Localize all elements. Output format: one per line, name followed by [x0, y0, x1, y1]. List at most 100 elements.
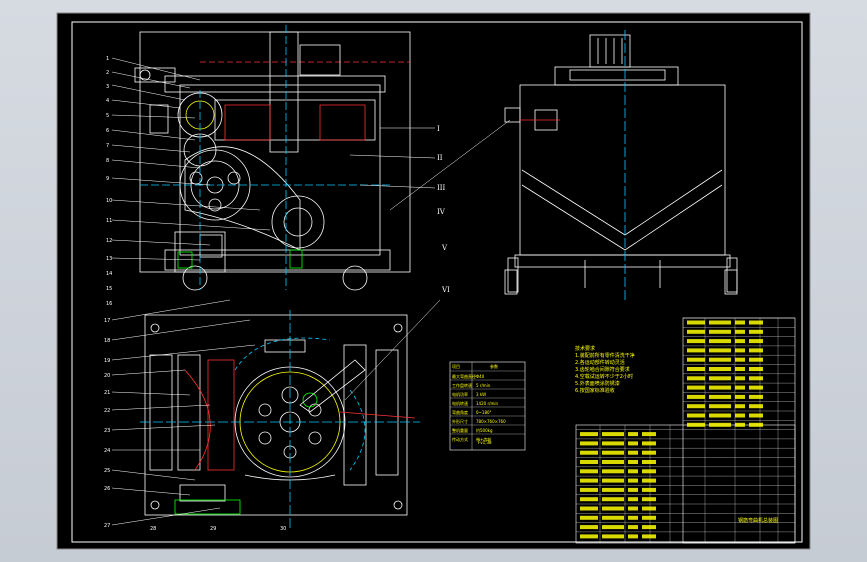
part-number: 2	[106, 70, 109, 76]
bom-cell-text	[735, 329, 745, 334]
notes-line: 1.装配前所有零件清洗干净	[575, 352, 635, 359]
bom-cell-text	[735, 357, 745, 362]
bom-cell-text	[749, 376, 763, 381]
bom-cell-text	[628, 506, 638, 511]
bom-cell-text	[749, 404, 763, 409]
bom-cell-text	[709, 320, 731, 325]
bom-cell-text	[628, 487, 638, 492]
bom-cell-text	[735, 376, 745, 381]
bom-cell-text	[580, 487, 598, 492]
part-number: 6	[106, 128, 109, 134]
part-number: 22	[104, 408, 110, 414]
part-number: 8	[106, 158, 109, 164]
bom-cell-text	[642, 441, 656, 446]
bom-cell-text	[709, 385, 731, 390]
spec-row-label: 弯曲角度	[452, 409, 468, 415]
part-number: 24	[104, 448, 110, 454]
bom-cell-text	[709, 394, 731, 399]
bom-cell-text	[735, 348, 745, 353]
spec-row-value: 780×760×760	[476, 419, 506, 424]
section-mark: III	[437, 184, 446, 192]
bom-cell-text	[749, 385, 763, 390]
bom-cell-text	[687, 385, 705, 390]
bom-cell-text	[687, 376, 705, 381]
spec-row-label: 电机功率	[452, 391, 468, 397]
spec-row-label: 电机转速	[452, 400, 468, 406]
section-mark: V	[441, 244, 448, 252]
bom-cell-text	[735, 413, 745, 418]
viewport: 1 2 3 4 5 6 7 8 9 10 11 12 13 14 15 16 I…	[0, 0, 867, 562]
bom-cell-text	[602, 441, 624, 446]
bom-cell-text	[735, 367, 745, 371]
bom-cell-text	[749, 357, 763, 362]
bom-cell-text	[687, 320, 705, 325]
bom-cell-text	[642, 515, 656, 520]
part-number: 7	[106, 143, 109, 149]
bom-cell-text	[709, 357, 731, 362]
bom-cell-text	[735, 339, 745, 344]
notes-line: 技术要求	[575, 345, 595, 352]
part-number: 15	[106, 286, 112, 292]
bom-cell-text	[642, 450, 656, 455]
part-number: 30	[280, 526, 286, 532]
part-number: 9	[106, 176, 109, 182]
bom-cell-text	[602, 460, 624, 464]
bom-cell-text	[749, 413, 763, 418]
part-number: 18	[104, 338, 110, 344]
bom-title: 钢筋弯曲机总装图	[738, 517, 778, 524]
bom-cell-text	[602, 506, 624, 511]
bom-cell-text	[580, 478, 598, 483]
part-number: 12	[106, 238, 112, 244]
bom-cell-text	[602, 534, 624, 539]
bom-cell-text	[735, 320, 745, 325]
part-number: 19	[104, 358, 110, 364]
bom-cell-text	[602, 432, 624, 437]
part-number: 11	[106, 218, 112, 224]
spec-row-value: 0~180°	[476, 410, 492, 415]
part-number: 14	[106, 271, 112, 277]
bom-cell-text	[687, 394, 705, 399]
bom-cell-text	[602, 478, 624, 483]
bom-cell-text	[580, 506, 598, 511]
bom-cell-text	[628, 515, 638, 520]
bom-cell-text	[687, 357, 705, 362]
bom-cell-text	[709, 367, 731, 371]
spec-row-value: 3 kW	[476, 392, 486, 397]
bom-cell-text	[602, 487, 624, 492]
bom-cell-text	[602, 469, 624, 474]
bom-cell-text	[749, 320, 763, 325]
bom-cell-text	[642, 460, 656, 464]
bom-cell-text	[709, 339, 731, 344]
spec-row-label: 整机重量	[452, 427, 468, 433]
bom-cell-text	[642, 432, 656, 437]
part-number: 10	[106, 198, 112, 204]
bom-cell-text	[628, 497, 638, 502]
spec-header-item: 项目	[452, 363, 460, 369]
bom-cell-text	[602, 525, 624, 530]
bom-cell-text	[749, 348, 763, 353]
bom-cell-text	[602, 515, 624, 520]
bom-cell-text	[735, 422, 745, 427]
part-number: 20	[104, 373, 110, 379]
notes-line: 4.空载试运转不少于2小时	[575, 373, 633, 380]
part-number: 16	[106, 301, 112, 307]
bom-cell-text	[709, 348, 731, 353]
bom-cell-text	[709, 329, 731, 334]
bom-cell-text	[642, 506, 656, 511]
bom-cell-text	[628, 432, 638, 437]
bom-cell-text	[628, 525, 638, 530]
section-mark: II	[437, 154, 443, 162]
bom-cell-text	[749, 394, 763, 399]
bom-cell-text	[735, 385, 745, 390]
section-mark: I	[437, 125, 440, 133]
bom-cell-text	[642, 497, 656, 502]
part-number: 17	[104, 318, 110, 324]
bom-cell-text	[687, 413, 705, 418]
part-number: 26	[104, 486, 110, 492]
bom-cell-text	[580, 534, 598, 539]
bom-cell-text	[642, 534, 656, 539]
part-number: 1	[106, 56, 109, 62]
bom-cell-text	[580, 497, 598, 502]
bom-cell-text	[580, 450, 598, 455]
spec-row-value: 5 r/min	[476, 383, 491, 388]
